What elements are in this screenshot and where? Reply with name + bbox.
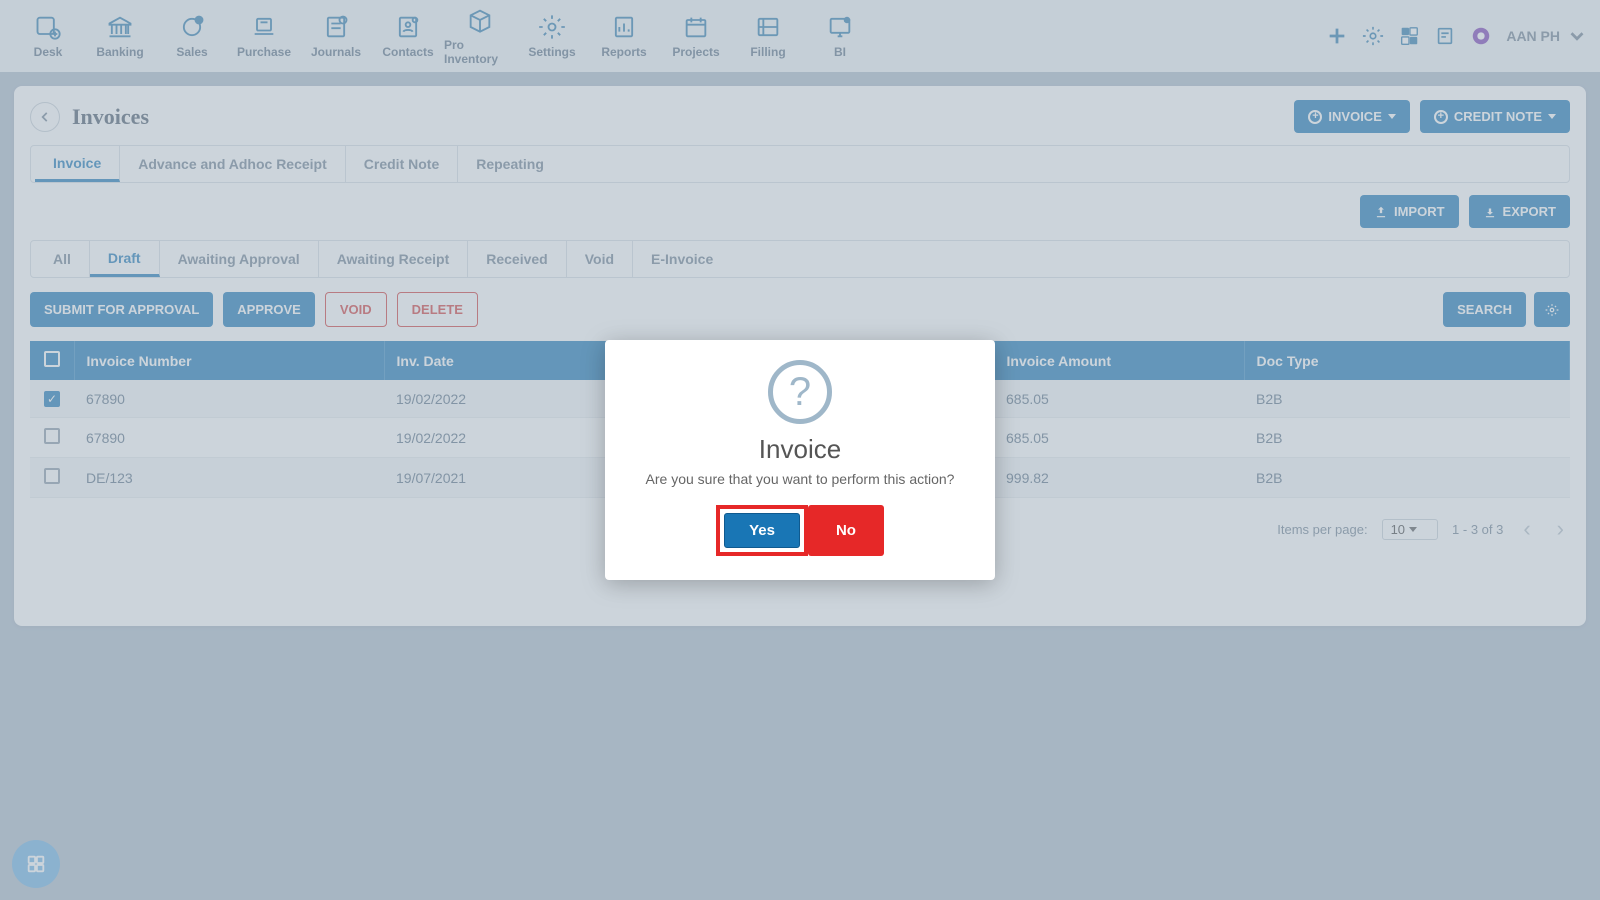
modal-title: Invoice	[625, 434, 975, 465]
no-button[interactable]: No	[808, 505, 884, 556]
modal-overlay: ? Invoice Are you sure that you want to …	[0, 0, 1600, 900]
modal-message: Are you sure that you want to perform th…	[625, 471, 975, 487]
modal-buttons: Yes No	[625, 505, 975, 556]
question-icon: ?	[768, 360, 832, 424]
yes-highlight: Yes	[716, 505, 808, 556]
confirm-modal: ? Invoice Are you sure that you want to …	[605, 340, 995, 580]
yes-button[interactable]: Yes	[724, 513, 800, 548]
